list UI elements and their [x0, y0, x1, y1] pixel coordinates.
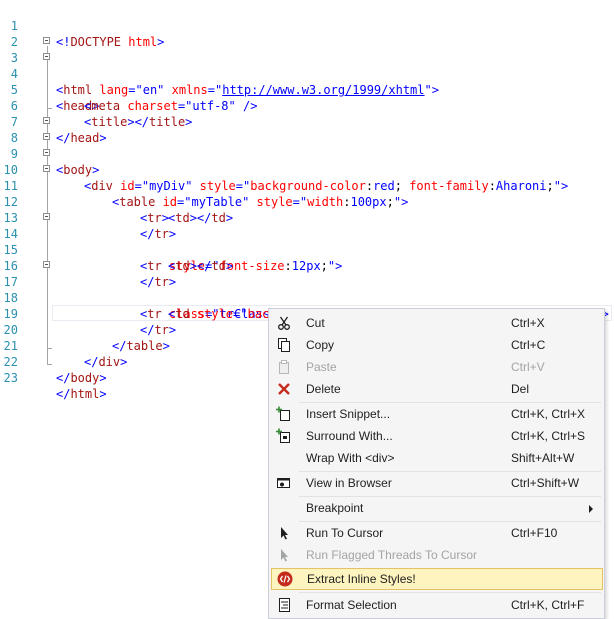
code-line-10: 10 <table id="myTable" style="width:100p…: [0, 146, 614, 209]
code-line-15: 15 <td></td>: [0, 226, 614, 273]
code-line-2: 2: [0, 18, 614, 49]
code-line-16: 16 </tr>: [0, 242, 614, 289]
code-line-12: 12 <td></td>: [0, 178, 614, 225]
code-line-7: 7 </head>: [0, 98, 614, 145]
menu-item-shortcut: Ctrl+X: [511, 316, 545, 330]
menu-item-label: Extract Inline Styles!: [307, 572, 416, 586]
menu-separator: [299, 592, 601, 593]
menu-item-shortcut: Ctrl+V: [511, 360, 545, 374]
collapse-toggle-icon[interactable]: [43, 37, 50, 44]
submenu-arrow-icon: [589, 505, 593, 513]
menu-item-shortcut: Del: [511, 382, 530, 396]
surround-with-icon: [276, 428, 292, 444]
menu-item-copy[interactable]: Copy Ctrl+C: [270, 334, 603, 356]
code-text[interactable]: </body>: [56, 370, 107, 386]
menu-item-paste[interactable]: Paste Ctrl+V: [270, 356, 603, 378]
run-flagged-threads-icon: [276, 547, 292, 563]
code-line-11: 11 <tr>: [0, 162, 614, 225]
menu-item-label: Delete: [306, 382, 341, 396]
menu-item-shortcut: Ctrl+K, Ctrl+X: [511, 407, 586, 421]
menu-item-label: Format Selection: [306, 598, 397, 612]
format-selection-icon: [276, 597, 292, 613]
menu-item-shortcut: Ctrl+K, Ctrl+S: [511, 429, 586, 443]
collapse-toggle-icon[interactable]: [43, 149, 50, 156]
menu-item-label: Copy: [306, 338, 335, 352]
menu-item-label: Run To Cursor: [306, 526, 384, 540]
insert-snippet-icon: [276, 406, 292, 422]
code-line-6: 6 <title></title>: [0, 82, 614, 129]
code-line-9: 9 <div id="myDiv" style="background-colo…: [0, 130, 614, 193]
code-line-13: 13 </tr>: [0, 194, 614, 241]
browser-icon: [276, 475, 292, 491]
menu-item-delete[interactable]: Delete Del: [270, 378, 603, 400]
menu-item-shortcut: Shift+Alt+W: [511, 451, 575, 465]
code-line-5: 5 <meta charset="utf-8" />: [0, 66, 614, 113]
menu-item-breakpoint[interactable]: Breakpoint: [270, 497, 603, 519]
menu-item-run-to-cursor[interactable]: Run To Cursor Ctrl+F10: [270, 522, 603, 544]
menu-item-label: Insert Snippet...: [306, 407, 391, 421]
scissors-icon: [276, 315, 292, 331]
menu-item-format-selection[interactable]: Format Selection Ctrl+K, Ctrl+F: [270, 594, 603, 616]
collapse-toggle-icon[interactable]: [43, 213, 50, 220]
collapse-toggle-icon[interactable]: [43, 117, 50, 124]
menu-item-insert-snippet[interactable]: Insert Snippet... Ctrl+K, Ctrl+X: [270, 403, 603, 425]
code-line-1: 1 <!DOCTYPE html>: [0, 2, 614, 49]
code-line-8: 8 <body>: [0, 114, 614, 177]
line-number: 23: [3, 371, 18, 385]
collapse-toggle-icon[interactable]: [43, 133, 50, 140]
code-line-19: 19 </tr>: [0, 290, 614, 337]
code-line-17: 17 <tr class="trClass" style="padding:10…: [0, 258, 614, 321]
menu-item-run-flagged-threads[interactable]: Run Flagged Threads To Cursor: [270, 544, 603, 566]
menu-item-label: Surround With...: [306, 429, 393, 443]
context-menu: Cut Ctrl+X Copy Ctrl+C Paste Ctrl+V Dele…: [268, 308, 605, 619]
menu-item-label: View in Browser: [306, 476, 392, 490]
code-line-14: 14 <tr style="font-size:12px;">: [0, 210, 614, 273]
menu-item-shortcut: Ctrl+C: [511, 338, 546, 352]
menu-item-shortcut: Ctrl+F10: [511, 526, 558, 540]
extract-styles-icon: [277, 571, 293, 587]
collapse-toggle-icon[interactable]: [43, 53, 50, 60]
run-to-cursor-icon: [276, 525, 292, 541]
code-line-4: 4 <head>: [0, 50, 614, 113]
menu-item-shortcut: Ctrl+K, Ctrl+F: [511, 598, 585, 612]
menu-item-shortcut: Ctrl+Shift+W: [511, 476, 580, 490]
code-line-18: 18 <td style="background-origin:initial;…: [0, 274, 614, 321]
menu-item-wrap-with-div[interactable]: Wrap With <div> Shift+Alt+W: [270, 447, 603, 469]
delete-x-icon: [276, 381, 292, 397]
collapse-toggle-icon[interactable]: [43, 261, 50, 268]
code-text[interactable]: </html>: [56, 386, 107, 402]
menu-item-label: Breakpoint: [306, 501, 364, 515]
menu-item-surround-with[interactable]: Surround With... Ctrl+K, Ctrl+S: [270, 425, 603, 447]
menu-item-view-in-browser[interactable]: View in Browser Ctrl+Shift+W: [270, 472, 603, 494]
code-line-3: 3 <html lang="en" xmlns="http://www.w3.o…: [0, 34, 614, 97]
menu-item-label: Run Flagged Threads To Cursor: [306, 548, 477, 562]
copy-icon: [276, 337, 292, 353]
menu-item-cut[interactable]: Cut Ctrl+X: [270, 312, 603, 334]
menu-item-label: Paste: [306, 360, 337, 374]
paste-icon: [276, 359, 292, 375]
menu-item-label: Wrap With <div>: [306, 451, 395, 465]
menu-item-extract-inline-styles[interactable]: Extract Inline Styles!: [271, 568, 603, 590]
menu-item-label: Cut: [306, 316, 325, 330]
collapse-toggle-icon[interactable]: [43, 165, 50, 172]
